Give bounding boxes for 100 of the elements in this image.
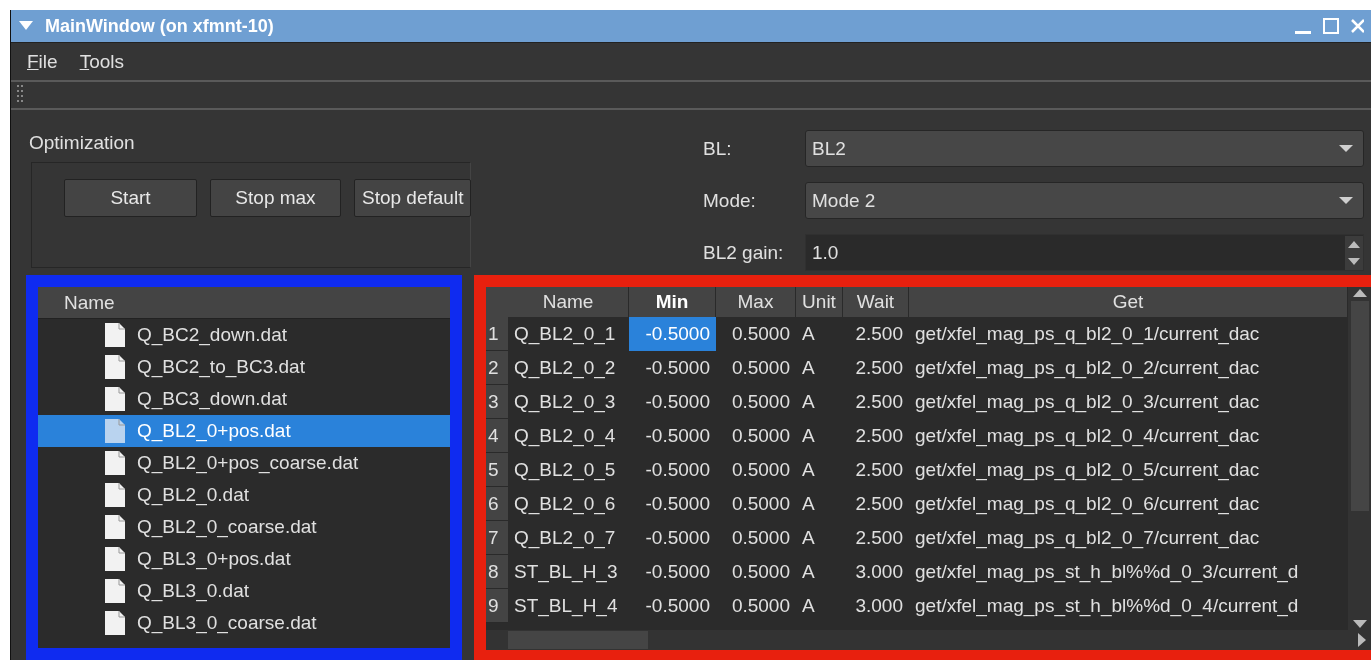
column-header[interactable]: Name bbox=[38, 287, 450, 319]
table-cell[interactable]: get/xfel_mag_ps_q_bl2_0_7/current_dac bbox=[909, 521, 1348, 555]
table-cell[interactable]: -0.5000 bbox=[629, 317, 716, 351]
table-cell[interactable]: Q_BL2_0_1 bbox=[508, 317, 629, 351]
table-cell[interactable]: 2.500 bbox=[843, 317, 909, 351]
row-header[interactable]: 9 bbox=[486, 589, 508, 623]
table-cell[interactable]: get/xfel_mag_ps_q_bl2_0_6/current_dac bbox=[909, 487, 1348, 521]
table-cell[interactable]: 0.5000 bbox=[716, 351, 796, 385]
column-header[interactable]: Name bbox=[508, 287, 629, 317]
spin-arrows-icon[interactable] bbox=[1345, 235, 1363, 270]
push-button[interactable]: Stop default bbox=[354, 179, 472, 217]
scrollbar[interactable] bbox=[486, 630, 1371, 650]
tree-item[interactable]: Q_BL2_0+pos.dat bbox=[38, 415, 450, 447]
tree-item[interactable]: Q_BC2_down.dat bbox=[38, 319, 450, 351]
table-cell[interactable]: 3.000 bbox=[843, 589, 909, 623]
combo-box[interactable]: BL2 bbox=[805, 130, 1364, 167]
table-cell[interactable]: 0.5000 bbox=[716, 555, 796, 589]
menu-item[interactable]: File bbox=[27, 50, 58, 73]
column-header[interactable]: Unit bbox=[796, 287, 843, 317]
scrollbar[interactable] bbox=[1348, 287, 1371, 630]
table-cell[interactable]: 0.5000 bbox=[716, 589, 796, 623]
tree-item[interactable]: Q_BC3_down.dat bbox=[38, 383, 450, 415]
table-cell[interactable]: ST_BL_H_4 bbox=[508, 589, 629, 623]
table-cell[interactable]: -0.5000 bbox=[629, 453, 716, 487]
table-cell[interactable]: -0.5000 bbox=[629, 385, 716, 419]
push-button[interactable]: Start bbox=[64, 179, 197, 217]
caret-icon[interactable] bbox=[19, 21, 33, 31]
table-cell[interactable]: get/xfel_mag_ps_q_bl2_0_1/current_dac bbox=[909, 317, 1348, 351]
table-cell[interactable]: 2.500 bbox=[843, 351, 909, 385]
table-cell[interactable]: -0.5000 bbox=[629, 351, 716, 385]
table-cell[interactable]: 0.5000 bbox=[716, 453, 796, 487]
spin-box[interactable]: 1.0 bbox=[805, 234, 1364, 271]
column-header[interactable]: Max bbox=[716, 287, 796, 317]
push-button[interactable]: Stop max bbox=[210, 179, 341, 217]
tree-item[interactable]: Q_BL2_0+pos_coarse.dat bbox=[38, 447, 450, 479]
row-header[interactable]: 3 bbox=[486, 385, 508, 419]
row-header[interactable]: 6 bbox=[486, 487, 508, 521]
table-cell[interactable]: Q_BL2_0_6 bbox=[508, 487, 629, 521]
file-icon bbox=[105, 451, 125, 475]
scroll-up-icon[interactable] bbox=[1352, 287, 1368, 299]
table-cell[interactable]: Q_BL2_0_3 bbox=[508, 385, 629, 419]
table-cell[interactable]: -0.5000 bbox=[629, 487, 716, 521]
row-header[interactable]: 4 bbox=[486, 419, 508, 453]
table-cell[interactable]: A bbox=[796, 351, 843, 385]
table-cell[interactable]: -0.5000 bbox=[629, 555, 716, 589]
combo-box[interactable]: Mode 2 bbox=[805, 182, 1364, 219]
table-cell[interactable]: A bbox=[796, 317, 843, 351]
table-cell[interactable]: Q_BL2_0_7 bbox=[508, 521, 629, 555]
table-cell[interactable]: 0.5000 bbox=[716, 385, 796, 419]
table-cell[interactable]: 2.500 bbox=[843, 419, 909, 453]
table-cell[interactable]: A bbox=[796, 419, 843, 453]
table-cell[interactable]: 0.5000 bbox=[716, 521, 796, 555]
tree-item[interactable]: Q_BL3_0_coarse.dat bbox=[38, 607, 450, 639]
table-cell[interactable]: ST_BL_H_3 bbox=[508, 555, 629, 589]
tree-item[interactable]: Q_BL2_0_coarse.dat bbox=[38, 511, 450, 543]
table-cell[interactable]: get/xfel_mag_ps_q_bl2_0_4/current_dac bbox=[909, 419, 1348, 453]
scroll-thumb[interactable] bbox=[508, 631, 648, 649]
table-cell[interactable]: Q_BL2_0_4 bbox=[508, 419, 629, 453]
file-icon bbox=[105, 611, 125, 635]
table-cell[interactable]: 0.5000 bbox=[716, 487, 796, 521]
table-cell[interactable]: -0.5000 bbox=[629, 521, 716, 555]
table-cell[interactable]: get/xfel_mag_ps_st_h_bl%%d_0_4/current_d bbox=[909, 589, 1348, 623]
table-cell[interactable]: Q_BL2_0_5 bbox=[508, 453, 629, 487]
column-header[interactable]: Min bbox=[629, 287, 716, 317]
row-header[interactable]: 5 bbox=[486, 453, 508, 487]
row-header[interactable]: 8 bbox=[486, 555, 508, 589]
table-cell[interactable]: A bbox=[796, 453, 843, 487]
column-header[interactable]: Wait bbox=[843, 287, 909, 317]
table-cell[interactable]: 2.500 bbox=[843, 521, 909, 555]
tree-item[interactable]: Q_BL2_0.dat bbox=[38, 479, 450, 511]
table-cell[interactable]: -0.5000 bbox=[629, 419, 716, 453]
maximize-icon[interactable] bbox=[1322, 17, 1340, 35]
table-cell[interactable]: A bbox=[796, 555, 843, 589]
tree-item[interactable]: Q_BL3_0.dat bbox=[38, 575, 450, 607]
tree-item[interactable]: Q_BC2_to_BC3.dat bbox=[38, 351, 450, 383]
table-cell[interactable]: A bbox=[796, 385, 843, 419]
table-cell[interactable]: 0.5000 bbox=[716, 419, 796, 453]
column-header[interactable]: Get bbox=[909, 287, 1348, 317]
table-cell[interactable]: A bbox=[796, 487, 843, 521]
table-cell[interactable]: get/xfel_mag_ps_q_bl2_0_5/current_dac bbox=[909, 453, 1348, 487]
menu-item[interactable]: Tools bbox=[79, 50, 124, 73]
close-icon[interactable] bbox=[1350, 17, 1364, 35]
table-cell[interactable]: 0.5000 bbox=[716, 317, 796, 351]
row-header[interactable]: 1 bbox=[486, 317, 508, 351]
table-cell[interactable]: 2.500 bbox=[843, 487, 909, 521]
table-cell[interactable]: 3.000 bbox=[843, 555, 909, 589]
file-icon bbox=[105, 387, 125, 411]
row-header[interactable]: 2 bbox=[486, 351, 508, 385]
table-cell[interactable]: Q_BL2_0_2 bbox=[508, 351, 629, 385]
table-cell[interactable]: 2.500 bbox=[843, 453, 909, 487]
table-cell[interactable]: get/xfel_mag_ps_q_bl2_0_2/current_dac bbox=[909, 351, 1348, 385]
tree-item[interactable]: Q_BL3_0+pos.dat bbox=[38, 543, 450, 575]
scroll-right-icon[interactable] bbox=[1356, 632, 1368, 648]
table-cell[interactable]: -0.5000 bbox=[629, 589, 716, 623]
row-header[interactable]: 7 bbox=[486, 521, 508, 555]
table-cell[interactable]: A bbox=[796, 589, 843, 623]
table-cell[interactable]: A bbox=[796, 521, 843, 555]
table-cell[interactable]: get/xfel_mag_ps_st_h_bl%%d_0_3/current_d bbox=[909, 555, 1348, 589]
table-cell[interactable]: get/xfel_mag_ps_q_bl2_0_3/current_dac bbox=[909, 385, 1348, 419]
table-cell[interactable]: 2.500 bbox=[843, 385, 909, 419]
